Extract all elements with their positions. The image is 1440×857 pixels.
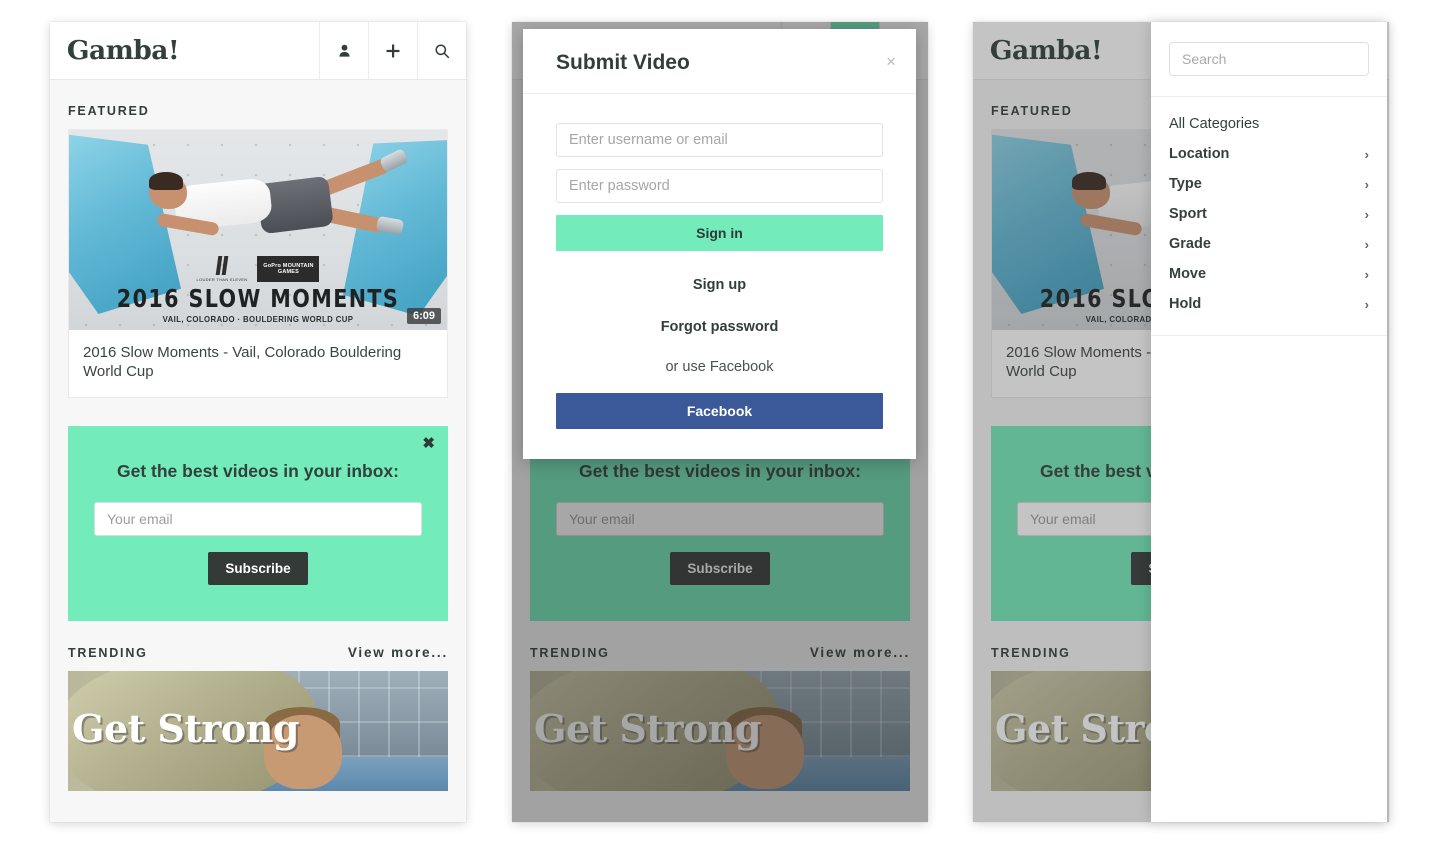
climber-shoe	[375, 215, 405, 236]
trending-video-thumbnail[interactable]: Get Strong	[68, 671, 448, 792]
plus-icon	[385, 43, 401, 59]
category-label: Type	[1169, 176, 1202, 192]
search-input-wrap	[1151, 22, 1387, 97]
climber-hair	[1072, 172, 1106, 190]
category-label: Move	[1169, 266, 1207, 282]
thumbnail-subtitle: VAIL, COLORADO · BOULDERING WORLD CUP	[162, 314, 354, 324]
trending-section-label: TRENDING	[68, 646, 148, 661]
site-header: Gamba!	[50, 22, 466, 80]
phone-panel-home: Gamba! FEATURED LOUDER THAN ELEVEN GoPro…	[50, 22, 466, 822]
search-icon	[434, 43, 450, 59]
featured-video-title: 2016 Slow Moments - Vail, Colorado Bould…	[83, 344, 402, 381]
close-icon[interactable]: ×	[886, 53, 896, 70]
trending-section-label: TRENDING	[530, 646, 610, 661]
category-item-grade[interactable]: Grade ›	[1151, 229, 1387, 259]
trending-section-header: TRENDING View more...	[50, 621, 466, 671]
gopro-mountain-games-logo-icon: GoPro MOUNTAIN GAMES	[257, 256, 320, 282]
subscribe-button[interactable]: Subscribe	[208, 552, 308, 586]
or-use-facebook-label: or use Facebook	[665, 359, 774, 375]
trending-thumbnail-text: Get Strong	[534, 706, 761, 752]
site-logo: Gamba!	[989, 35, 1103, 66]
modal-title: Submit Video	[556, 51, 690, 74]
modal-header: Submit Video ×	[523, 29, 916, 94]
trending-view-more-link[interactable]: View more...	[810, 645, 910, 660]
forgot-password-link[interactable]: Forgot password	[556, 319, 883, 335]
category-label: Location	[1169, 146, 1230, 162]
username-field[interactable]	[556, 123, 883, 157]
featured-video-card[interactable]: LOUDER THAN ELEVEN GoPro MOUNTAIN GAMES …	[68, 129, 448, 399]
screenshot-stage: Gamba! FEATURED LOUDER THAN ELEVEN GoPro…	[0, 0, 1440, 857]
category-item-all[interactable]: All Categories	[1151, 109, 1387, 139]
category-label: Grade	[1169, 236, 1211, 252]
louder-than-eleven-logo-icon: LOUDER THAN ELEVEN	[197, 256, 248, 282]
submit-video-button[interactable]	[368, 22, 417, 79]
featured-section-label: FEATURED	[68, 104, 150, 118]
category-item-sport[interactable]: Sport ›	[1151, 199, 1387, 229]
subscribe-email-input[interactable]	[556, 502, 884, 537]
category-label: Hold	[1169, 296, 1202, 312]
subscribe-heading: Get the best videos in your inbox:	[579, 461, 861, 482]
featured-thumbnail: LOUDER THAN ELEVEN GoPro MOUNTAIN GAMES …	[69, 130, 447, 330]
sign-in-button[interactable]: Sign in	[556, 215, 883, 251]
category-label: All Categories	[1169, 116, 1260, 132]
chevron-right-icon: ›	[1364, 266, 1369, 282]
chevron-right-icon: ›	[1364, 296, 1369, 312]
climber-hair	[149, 172, 183, 190]
chevron-right-icon: ›	[1364, 146, 1369, 162]
category-label: Sport	[1169, 206, 1207, 222]
modal-body: Sign in Sign up Forgot password or use F…	[523, 94, 916, 459]
trending-view-more-link[interactable]: View more...	[348, 645, 448, 660]
account-button[interactable]	[319, 22, 368, 79]
sign-up-link[interactable]: Sign up	[556, 277, 883, 293]
search-input[interactable]	[1169, 42, 1369, 76]
category-item-location[interactable]: Location ›	[1151, 139, 1387, 169]
subscribe-email-input[interactable]	[94, 502, 422, 537]
category-item-move[interactable]: Move ›	[1151, 259, 1387, 289]
subscribe-box: ✖ Get the best videos in your inbox: Sub…	[68, 426, 448, 622]
thumbnail-sponsor-logos: LOUDER THAN ELEVEN GoPro MOUNTAIN GAMES	[69, 256, 447, 282]
search-overlay-panel: All Categories Location › Type › Sport ›…	[1151, 22, 1387, 822]
trending-section-label: TRENDING	[991, 646, 1071, 661]
chevron-right-icon: ›	[1364, 236, 1369, 252]
search-button[interactable]	[417, 22, 466, 79]
chevron-right-icon: ›	[1364, 206, 1369, 222]
subscribe-heading: Get the best videos in your inbox:	[117, 461, 399, 482]
logo-wrap[interactable]: Gamba!	[50, 22, 319, 79]
subscribe-button[interactable]: Subscribe	[670, 552, 770, 586]
site-logo: Gamba!	[66, 35, 180, 66]
category-item-type[interactable]: Type ›	[1151, 169, 1387, 199]
chevron-right-icon: ›	[1364, 176, 1369, 192]
thumbnail-title-block: LOUDER THAN ELEVEN GoPro MOUNTAIN GAMES …	[69, 256, 447, 324]
trending-section-header: TRENDING View more...	[512, 621, 928, 671]
category-list: All Categories Location › Type › Sport ›…	[1151, 97, 1387, 336]
user-icon	[337, 43, 352, 58]
password-field[interactable]	[556, 169, 883, 203]
submit-video-modal: Submit Video × Sign in Sign up Forgot pa…	[523, 29, 916, 459]
video-duration-badge: 6:09	[406, 308, 441, 324]
close-icon[interactable]: ✖	[422, 436, 435, 451]
facebook-login-button[interactable]: Facebook	[556, 393, 883, 429]
trending-thumbnail-text: Get Strong	[72, 706, 299, 752]
category-item-hold[interactable]: Hold ›	[1151, 289, 1387, 319]
thumbnail-title: 2016 SLOW MOMENTS	[116, 284, 400, 313]
trending-video-thumbnail[interactable]: Get Strong	[530, 671, 910, 792]
